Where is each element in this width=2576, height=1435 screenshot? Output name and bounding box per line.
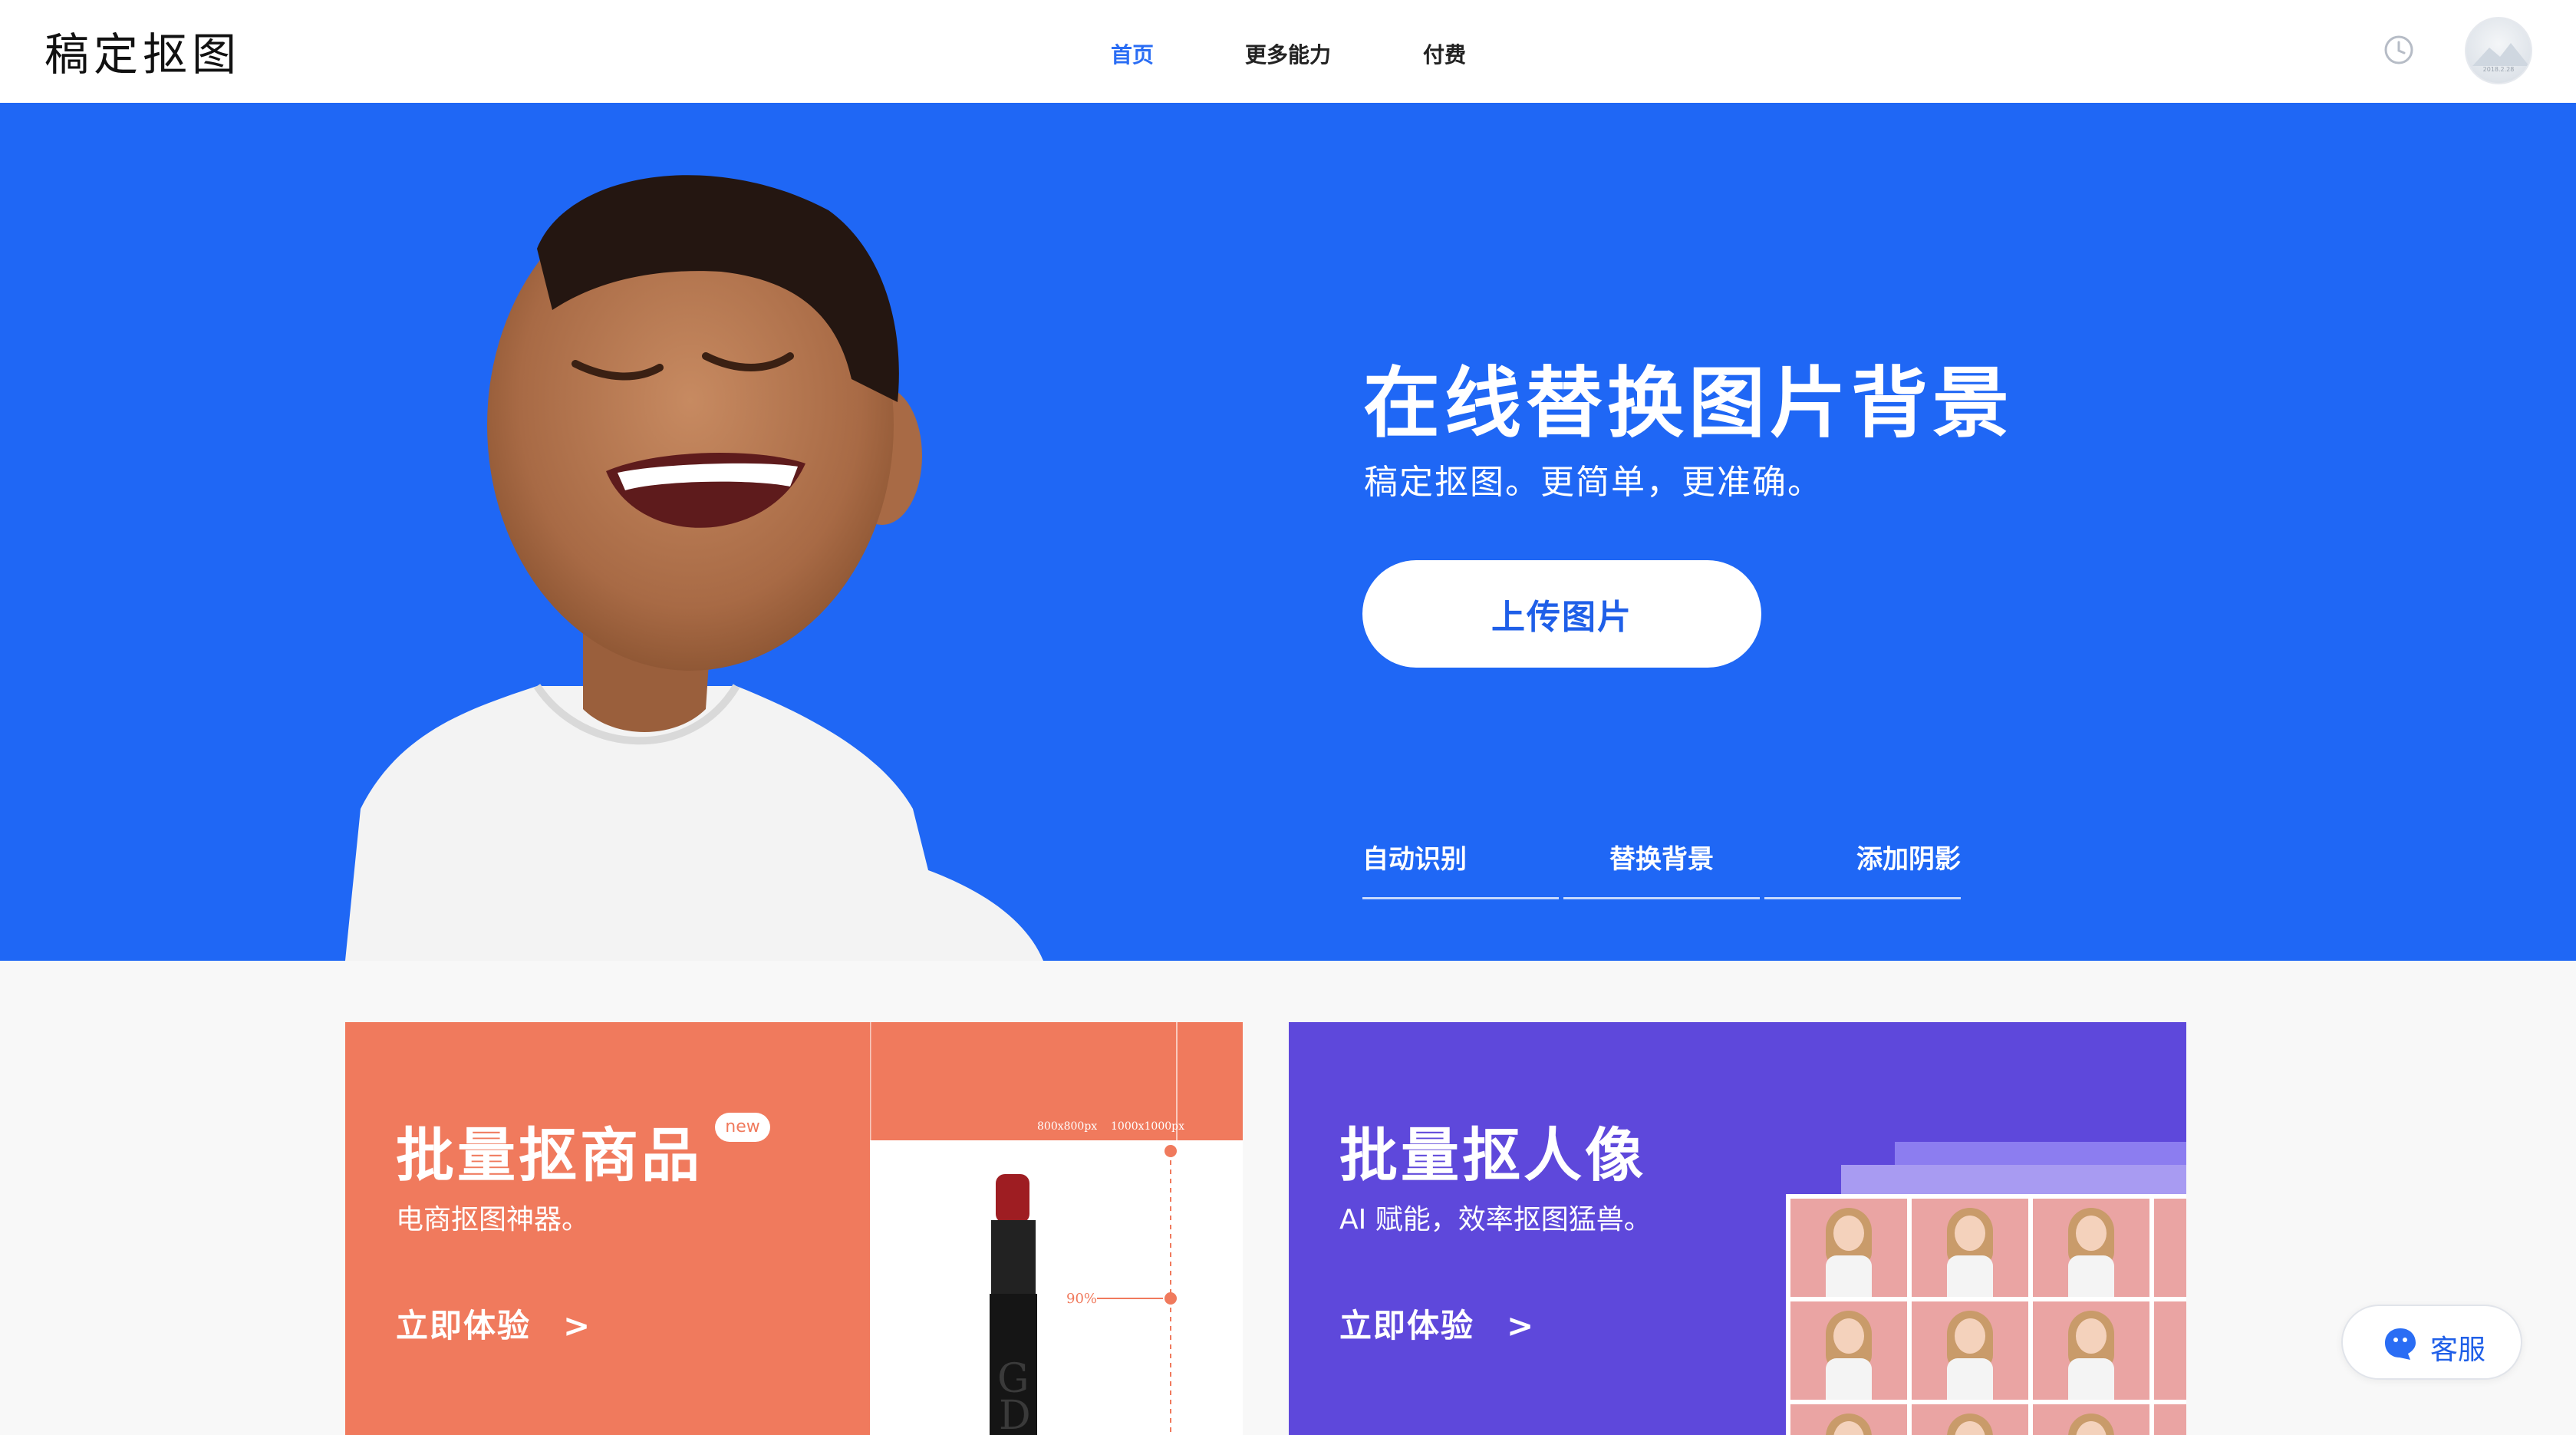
page: 稿定抠图 首页 更多能力 付费 2018.2.28 在线替换图片背景 稿定抠图。…	[0, 0, 2576, 1435]
new-badge: new	[715, 1113, 770, 1142]
chat-bubble-icon	[2385, 1328, 2416, 1360]
portrait-tile	[1912, 1404, 2028, 1435]
cta-label: 立即体验	[396, 1307, 532, 1344]
customer-service-button[interactable]: 客服	[2341, 1305, 2522, 1380]
clock-icon[interactable]	[2383, 34, 2415, 66]
portrait-tile	[1790, 1404, 1907, 1435]
hero-subtitle: 稿定抠图。更简单，更准确。	[1364, 463, 1823, 502]
portrait-tile	[1912, 1301, 2028, 1400]
portrait-tile	[2033, 1404, 2149, 1435]
customer-service-label: 客服	[2430, 1334, 2486, 1366]
top-header: 稿定抠图 首页 更多能力 付费 2018.2.28	[0, 0, 2576, 103]
lipstick-visual: 800x800px 1000x1000px G D 90%	[870, 1022, 1243, 1435]
try-now-button[interactable]: 立即体验 >	[396, 1300, 591, 1347]
logo[interactable]: 稿定抠图	[44, 18, 241, 83]
nav-item-more-abilities[interactable]: 更多能力	[1245, 38, 1331, 69]
nav-item-home[interactable]: 首页	[1111, 38, 1154, 69]
portrait-tile	[2033, 1199, 2149, 1297]
cta-label: 立即体验	[1339, 1307, 1475, 1344]
arrow-right-icon: >	[563, 1307, 592, 1344]
tab-add-shadow[interactable]: 添加阴影	[1764, 838, 1961, 899]
card-description: 电商抠图神器。	[396, 1204, 590, 1235]
laughing-boy-image	[345, 175, 1043, 961]
avatar[interactable]: 2018.2.28	[2465, 17, 2532, 84]
svg-text:D: D	[999, 1393, 1031, 1435]
avatar-caption: 2018.2.28	[2482, 66, 2515, 73]
card-description: AI 赋能，效率抠图猛兽。	[1339, 1204, 1652, 1235]
card-title: 批量抠人像	[1339, 1121, 1646, 1189]
avatar-landscape-icon	[2472, 43, 2529, 66]
card-title: 批量抠商品	[396, 1121, 703, 1189]
portrait-grid	[1786, 1194, 2186, 1435]
portrait-tile	[1790, 1199, 1907, 1297]
portrait-tile	[2154, 1404, 2186, 1435]
batch-product-card[interactable]: 批量抠商品 new 电商抠图神器。 立即体验 > 800x800px 1000x1…	[345, 1022, 1243, 1435]
batch-portrait-card[interactable]: 批量抠人像 AI 赋能，效率抠图猛兽。 立即体验 >	[1289, 1022, 2186, 1435]
hero-banner: 在线替换图片背景 稿定抠图。更简单，更准确。 上传图片 自动识别 替换背景 添加…	[0, 103, 2576, 961]
tab-replace-background[interactable]: 替换背景	[1563, 838, 1760, 899]
nav-item-pricing[interactable]: 付费	[1423, 38, 1466, 69]
portrait-tile	[2033, 1301, 2149, 1400]
portrait-tile	[2154, 1301, 2186, 1400]
hero-title: 在线替换图片背景	[1363, 358, 2014, 448]
portrait-tile	[2154, 1199, 2186, 1297]
tab-auto-detect[interactable]: 自动识别	[1362, 838, 1559, 899]
portrait-tile	[1790, 1301, 1907, 1400]
size-annotation-1: 800x800px	[1037, 1120, 1097, 1133]
size-annotation-2: 1000x1000px	[1111, 1120, 1184, 1133]
try-now-button[interactable]: 立即体验 >	[1339, 1300, 1535, 1347]
upload-image-button[interactable]: 上传图片	[1362, 560, 1761, 668]
ratio-annotation: 90%	[1066, 1291, 1097, 1307]
portrait-tile	[1912, 1199, 2028, 1297]
lipstick-image: 800x800px 1000x1000px G D 90%	[870, 1022, 1243, 1435]
arrow-right-icon: >	[1507, 1307, 1536, 1344]
